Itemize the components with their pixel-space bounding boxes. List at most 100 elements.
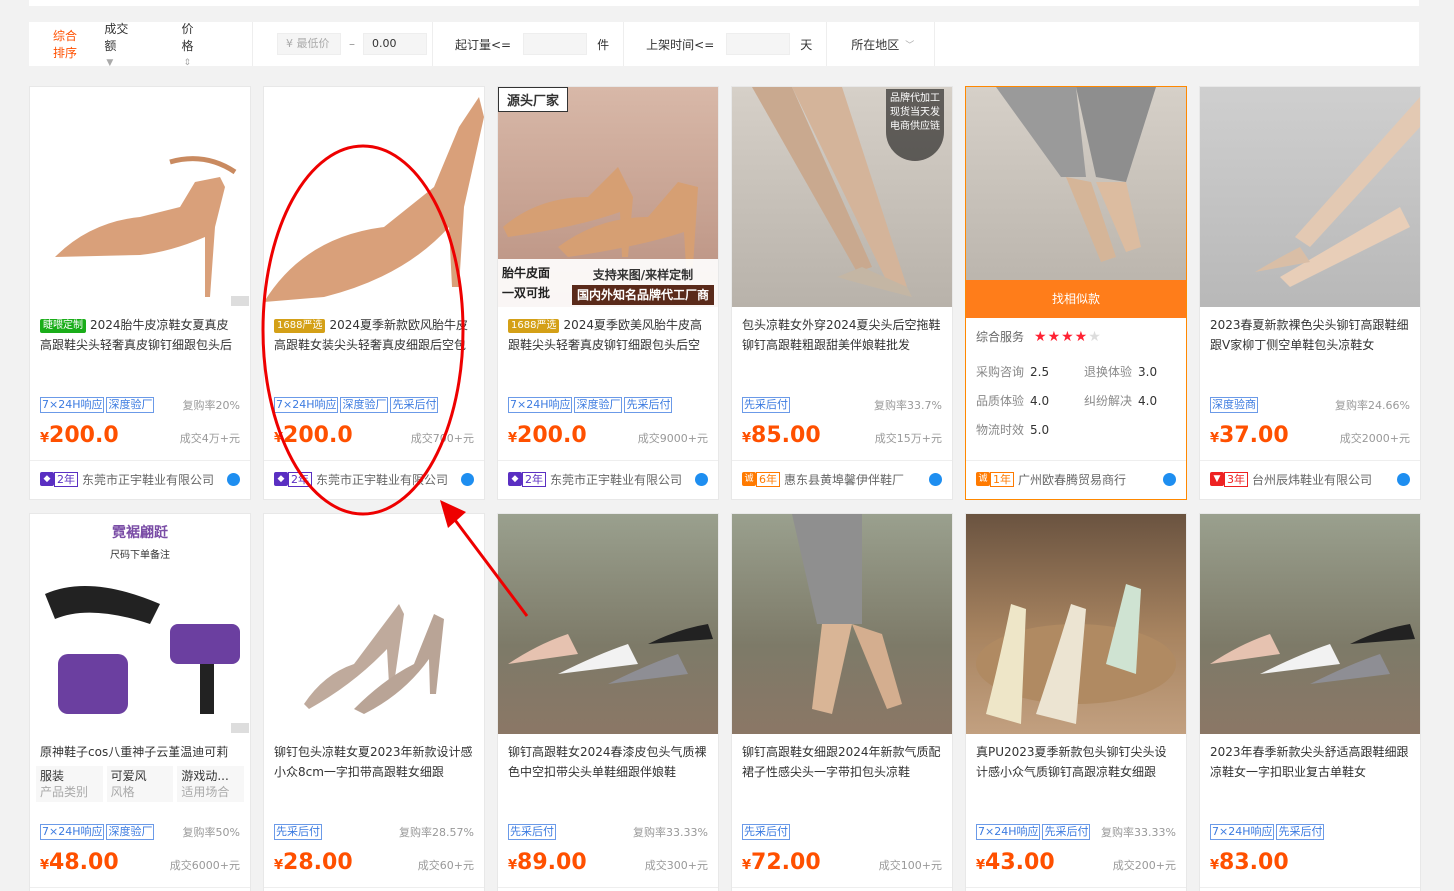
product-image[interactable] <box>264 514 484 734</box>
currency-symbol: ¥ <box>976 858 986 873</box>
product-title[interactable]: 1688严选 2024夏季新款欧风胎牛皮高跟鞋女装尖头轻奢真皮细跟后空包 <box>264 307 484 363</box>
product-image[interactable] <box>1200 514 1420 734</box>
image-corner-mark <box>231 296 249 306</box>
shop-badge-icon: ◆ <box>274 472 288 486</box>
service-tags: 先采后付 <box>742 824 942 840</box>
shop-row[interactable]: ◆ 2年 东莞市正宇鞋业有限公司 <box>508 471 708 487</box>
shop-row[interactable]: 诚 6年 惠东县黄埠馨伊伴鞋厂 <box>742 471 942 487</box>
product-title[interactable]: 2023春夏新款裸色尖头铆钉高跟鞋细跟V家柳丁侧空单鞋包头凉鞋女 <box>1200 307 1420 363</box>
wangwang-chat-icon[interactable] <box>1163 472 1176 486</box>
product-image[interactable] <box>966 514 1186 734</box>
product-title-text: 铆钉高跟鞋女2024春漆皮包头气质裸色中空扣带尖头单鞋细跟伴娘鞋 <box>508 745 707 779</box>
product-image[interactable] <box>264 87 484 307</box>
deal-volume: 成交60+元 <box>417 859 474 872</box>
attribute: 游戏动... 适用场合 <box>177 766 245 802</box>
service-tags: 7×24H响应 深度验厂 先采后付 <box>274 397 474 413</box>
product-title[interactable]: 1688严选 2024夏季欧美风胎牛皮高跟鞋尖头轻奢真皮铆钉细跟包头后空 <box>498 307 718 363</box>
service-tag: 7×24H响应 <box>976 824 1041 840</box>
product-image[interactable] <box>732 514 952 734</box>
price-row: ¥ 28.00 成交60+元 <box>274 850 474 876</box>
product-image[interactable]: 源头厂家 胎牛皮面 一双可批 支持来图/来样定制 国内外知名品牌代工厂商 <box>498 87 718 307</box>
region-filter[interactable]: 所在地区 ﹀ <box>827 22 936 66</box>
product-card[interactable]: 铆钉包头凉鞋女夏2023年新款设计感小众8cm一字扣带高跟鞋女细跟 先采后付 复… <box>263 513 485 891</box>
shop-name[interactable]: 东莞市正宇鞋业有限公司 <box>550 471 691 488</box>
product-image[interactable] <box>1200 87 1420 307</box>
product-title-text: 包头凉鞋女外穿2024夏尖头后空拖鞋铆钉高跟鞋粗跟甜美伴娘鞋批发 <box>742 318 941 352</box>
product-image[interactable] <box>30 87 250 307</box>
product-image[interactable]: 霓裾翩跹 尺码下单备注 <box>30 514 250 734</box>
product-card[interactable]: 2023年春季新款尖头舒适高跟鞋细跟凉鞋女一字扣职业复古单鞋女 7×24H响应 … <box>1199 513 1421 891</box>
price: 43.00 <box>985 850 1055 875</box>
product-card[interactable]: 铆钉高跟鞋女细跟2024年新款气质配裙子性感尖头一字带扣包头凉鞋 先采后付 ¥ … <box>731 513 953 891</box>
wangwang-chat-icon[interactable] <box>695 472 708 486</box>
divider <box>30 887 250 888</box>
wangwang-chat-icon[interactable] <box>1397 472 1410 486</box>
shoes-illustration <box>976 584 1176 724</box>
stars-on: ★★★★ <box>1034 328 1089 345</box>
listed-unit: 天 <box>800 37 813 52</box>
product-card[interactable]: 品牌代加工 现货当天发 电商供应链 包头凉鞋女外穿2024夏尖头后空拖鞋铆钉高跟… <box>731 86 953 500</box>
shop-badge-icon: 诚 <box>976 472 990 486</box>
product-title[interactable]: 包头凉鞋女外穿2024夏尖头后空拖鞋铆钉高跟鞋粗跟甜美伴娘鞋批发 <box>732 307 952 363</box>
product-title-text: 铆钉高跟鞋女细跟2024年新款气质配裙子性感尖头一字带扣包头凉鞋 <box>742 745 941 779</box>
product-title[interactable]: 铆钉高跟鞋女2024春漆皮包头气质裸色中空扣带尖头单鞋细跟伴娘鞋 <box>498 734 718 790</box>
find-similar-button[interactable]: 找相似款 <box>966 280 1186 318</box>
shop-row[interactable]: ◆ 2年 东莞市正宇鞋业有限公司 <box>40 471 240 487</box>
product-image[interactable] <box>498 514 718 734</box>
banner-left: 胎牛皮面 一双可批 <box>502 263 550 303</box>
promo-tag: 睫喂定制 <box>40 319 86 333</box>
product-card[interactable]: 睫喂定制 2024胎牛皮凉鞋女夏真皮高跟鞋尖头轻奢真皮铆钉细跟包头后 7×24H响… <box>29 86 251 500</box>
wangwang-chat-icon[interactable] <box>929 472 942 486</box>
shop-row[interactable]: ▼ 3年 台州辰炜鞋业有限公司 <box>1210 471 1410 487</box>
shop-row[interactable]: ◆ 2年 东莞市正宇鞋业有限公司 <box>274 471 474 487</box>
shop-name[interactable]: 东莞市正宇鞋业有限公司 <box>82 471 223 488</box>
product-card[interactable]: 铆钉高跟鞋女2024春漆皮包头气质裸色中空扣带尖头单鞋细跟伴娘鞋 先采后付 复购… <box>497 513 719 891</box>
stars-off: ★ <box>1088 328 1102 345</box>
shop-years: 2年 <box>522 471 546 487</box>
shop-row[interactable]: 诚 1年 广州欧春腾贸易商行 <box>976 471 1176 487</box>
product-card-hover[interactable]: 找相似款 综合服务 ★★★★★ 采购咨询 2.5 退换体验 3.0 品质体验 4.0 … <box>965 86 1187 500</box>
attr-value: 服装 <box>40 769 65 783</box>
sort-price[interactable]: 价格 ⇕ <box>181 20 228 68</box>
product-title[interactable]: 原神鞋子cos八重神子云堇温迪可莉胡 <box>30 734 250 762</box>
product-title[interactable]: 铆钉高跟鞋女细跟2024年新款气质配裙子性感尖头一字带扣包头凉鞋 <box>732 734 952 790</box>
service-tags: 7×24H响应 深度验厂 复购率50% <box>40 824 240 840</box>
moq-input[interactable] <box>523 33 588 55</box>
product-image[interactable]: 品牌代加工 现货当天发 电商供应链 <box>732 87 952 307</box>
badge-overlay: 品牌代加工 现货当天发 电商供应链 <box>886 89 944 161</box>
product-title-text: 原神鞋子cos八重神子云堇温迪可莉胡 <box>40 745 229 759</box>
product-title[interactable]: 睫喂定制 2024胎牛皮凉鞋女夏真皮高跟鞋尖头轻奢真皮铆钉细跟包头后 <box>30 307 250 363</box>
product-card[interactable]: 1688严选 2024夏季新款欧风胎牛皮高跟鞋女装尖头轻奢真皮细跟后空包 7×24… <box>263 86 485 500</box>
service-tags: 先采后付 复购率33.33% <box>508 824 708 840</box>
product-card[interactable]: 2023春夏新款裸色尖头铆钉高跟鞋细跟V家柳丁侧空单鞋包头凉鞋女 深度验商 复购… <box>1199 86 1421 500</box>
divider <box>1200 887 1420 888</box>
shop-name[interactable]: 惠东县黄埠馨伊伴鞋厂 <box>784 471 925 488</box>
product-card[interactable]: 源头厂家 胎牛皮面 一双可批 支持来图/来样定制 国内外知名品牌代工厂商 1688严… <box>497 86 719 500</box>
shop-name[interactable]: 东莞市正宇鞋业有限公司 <box>316 471 457 488</box>
shop-name[interactable]: 广州欧春腾贸易商行 <box>1018 471 1159 488</box>
currency-symbol: ¥ <box>508 431 518 446</box>
service-tags: 7×24H响应 先采后付 <box>1210 824 1410 840</box>
shoes-illustration <box>1210 624 1415 684</box>
sort-volume[interactable]: 成交额 ▼ <box>104 20 157 68</box>
product-title[interactable]: 2023年春季新款尖头舒适高跟鞋细跟凉鞋女一字扣职业复古单鞋女 <box>1200 734 1420 790</box>
currency-symbol: ¥ <box>1210 858 1220 873</box>
service-score: 品质体验 4.0 <box>976 392 1084 409</box>
score-label: 纠纷解决 <box>1084 394 1133 408</box>
price-max-input[interactable]: 0.00 <box>363 33 427 55</box>
product-title[interactable]: 铆钉包头凉鞋女夏2023年新款设计感小众8cm一字扣带高跟鞋女细跟 <box>264 734 484 790</box>
product-card[interactable]: 霓裾翩跹 尺码下单备注 原神鞋子cos八重神子云堇温迪可莉胡 服装产品类别 可爱… <box>29 513 251 891</box>
sort-composite[interactable]: 综合排序 <box>53 27 80 61</box>
product-card[interactable]: 真PU2023夏季新款包头铆钉尖头设计感小众气质铆钉高跟凉鞋女细跟 7×24H响… <box>965 513 1187 891</box>
divider <box>498 460 718 461</box>
product-image[interactable] <box>966 87 1186 307</box>
service-scores: 采购咨询 2.5 退换体验 3.0 品质体验 4.0 纠纷解决 4.0 物流时效 5.0 <box>976 363 1176 438</box>
wangwang-chat-icon[interactable] <box>227 472 240 486</box>
shop-name[interactable]: 台州辰炜鞋业有限公司 <box>1252 471 1393 488</box>
chevron-down-icon: ﹀ <box>905 40 915 51</box>
wangwang-chat-icon[interactable] <box>461 472 474 486</box>
currency-symbol: ¥ <box>274 858 284 873</box>
product-title[interactable]: 真PU2023夏季新款包头铆钉尖头设计感小众气质铆钉高跟凉鞋女细跟 <box>966 734 1186 790</box>
price-min-input[interactable]: ¥ 最低价 <box>277 33 341 55</box>
listed-input[interactable] <box>726 33 791 55</box>
